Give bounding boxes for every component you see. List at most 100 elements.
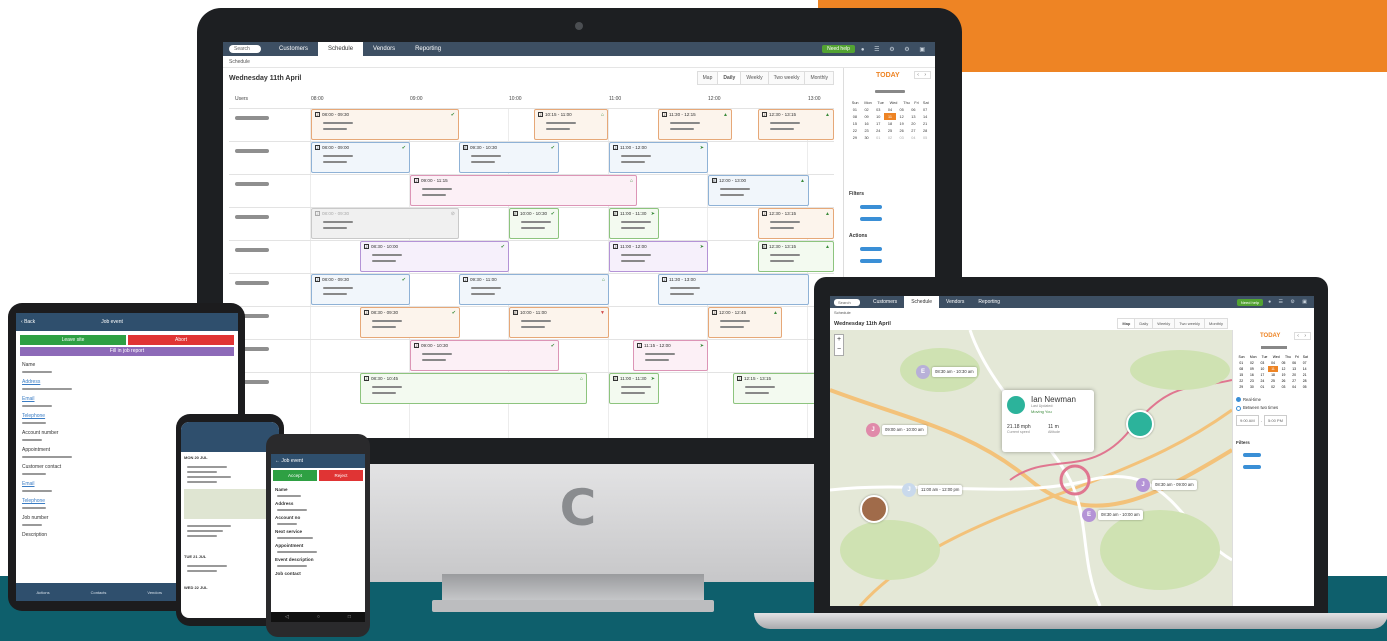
nav-reporting[interactable]: Reporting [405, 42, 451, 56]
nav-vendors[interactable]: Vendors [939, 296, 971, 308]
schedule-event[interactable]: J 08:00 - 09:30 ⊘ [311, 208, 459, 239]
recents-nav-icon[interactable]: □ [348, 614, 351, 620]
view-weekly[interactable]: Weekly [740, 71, 768, 85]
calendar-day[interactable]: 16 [861, 120, 873, 127]
nav-schedule[interactable]: Schedule [318, 42, 364, 56]
schedule-event[interactable]: E 10:00 - 10:30 ✔ [509, 208, 559, 239]
calendar-day[interactable]: 04 [908, 134, 920, 141]
map-marker-e[interactable]: E [1082, 508, 1096, 522]
worker-avatar[interactable] [860, 495, 888, 523]
map-event-label[interactable]: 08:30 am - 10:30 am [932, 367, 977, 377]
worker-avatar[interactable] [1126, 410, 1154, 438]
schedule-event[interactable]: J 10:15 - 11:00 ⌂ [534, 109, 608, 140]
schedule-event[interactable]: J 08:00 - 09:30 ✔ [311, 109, 459, 140]
schedule-event[interactable]: E 12:00 - 13:00 ▲ [708, 175, 809, 206]
calendar-day[interactable]: 30 [861, 134, 873, 141]
list-item[interactable] [187, 476, 231, 478]
calendar-day[interactable]: 29 [1236, 384, 1247, 390]
calendar-day[interactable]: 23 [861, 127, 873, 134]
schedule-event[interactable]: J 11:00 - 12:00 ➤ [609, 241, 708, 272]
calendar-day[interactable]: 12 [896, 113, 908, 120]
realtime-option[interactable]: Real-time [1233, 394, 1314, 403]
view-monthly[interactable]: Monthly [1203, 318, 1228, 329]
toolbar-icons[interactable]: ● ☰ ⚙ ⚙ ▣ [861, 46, 929, 53]
list-item[interactable] [187, 466, 227, 468]
list-item[interactable] [187, 565, 227, 567]
filter-item[interactable] [860, 217, 882, 221]
nav-schedule[interactable]: Schedule [904, 296, 940, 308]
calendar-day[interactable]: 05 [896, 106, 908, 113]
schedule-event[interactable]: J 09:00 - 10:30 ✔ [410, 340, 559, 371]
nav-customers[interactable]: Customers [866, 296, 904, 308]
filter-item[interactable] [860, 205, 882, 209]
today-button[interactable]: TODAY [876, 72, 900, 79]
calendar-day[interactable]: 08 [849, 113, 861, 120]
back-arrow-icon[interactable]: ← [275, 458, 280, 464]
filter-item[interactable] [1243, 464, 1261, 469]
calendar-day[interactable]: 28 [919, 127, 931, 134]
calendar-day[interactable]: 04 [1289, 384, 1300, 390]
calendar-day[interactable]: 02 [861, 106, 873, 113]
help-button[interactable]: Need help [822, 45, 855, 53]
time-from-input[interactable]: 9:00 AM [1236, 414, 1259, 426]
back-button[interactable]: ‹ Back [21, 319, 35, 325]
schedule-event[interactable]: J 09:30 - 11:00 ⌂ [459, 274, 609, 305]
reject-button[interactable]: Reject [319, 470, 363, 481]
map-marker-j[interactable]: J [866, 423, 880, 437]
toolbar-icons[interactable]: ● ☰ ⚙ ▣ [1268, 299, 1310, 305]
schedule-event[interactable]: J 08:30 - 09:30 ✔ [360, 307, 460, 338]
view-daily[interactable]: Daily [1134, 318, 1153, 329]
filter-item[interactable] [1243, 452, 1261, 457]
tab-contacts[interactable]: Contacts [91, 590, 107, 595]
calendar-day[interactable]: 09 [861, 113, 873, 120]
schedule-event[interactable]: J 11:15 - 12:00 ➤ [633, 340, 708, 371]
worker-popup[interactable]: Ian Newman Last Updated: Moving You 21.1… [1002, 390, 1094, 452]
map-event-label[interactable]: 08:30 am - 09:00 am [1152, 480, 1197, 490]
calendar-day[interactable]: 01 [849, 106, 861, 113]
schedule-event[interactable]: E 10:00 - 11:00 ▼ [509, 307, 609, 338]
tab-vendors[interactable]: Vendors [147, 590, 162, 595]
schedule-event[interactable]: J 12:00 - 12:45 ▲ [708, 307, 782, 338]
calendar-day[interactable]: 10 [872, 113, 884, 120]
calendar-day[interactable]: 13 [908, 113, 920, 120]
view-map[interactable]: Map [696, 71, 718, 85]
calendar-day[interactable]: 14 [919, 113, 931, 120]
calendar-day[interactable]: 05 [1299, 384, 1310, 390]
calendar-day[interactable]: 07 [919, 106, 931, 113]
home-nav-icon[interactable]: ○ [317, 614, 320, 620]
tab-actions[interactable]: Actions [36, 590, 49, 595]
nav-reporting[interactable]: Reporting [971, 296, 1007, 308]
nav-vendors[interactable]: Vendors [363, 42, 405, 56]
calendar-day[interactable]: 15 [849, 120, 861, 127]
calendar-day[interactable]: 18 [884, 120, 896, 127]
schedule-event[interactable]: E 09:30 - 10:30 ✔ [459, 142, 559, 173]
between-times-option[interactable]: Between two times [1233, 402, 1314, 411]
list-item[interactable] [187, 570, 217, 572]
map-event-label[interactable]: 11:00 am - 12:00 pm [918, 485, 963, 495]
calendar-day[interactable]: 17 [872, 120, 884, 127]
calendar-day[interactable]: 26 [896, 127, 908, 134]
view-two-weekly[interactable]: Two weekly [1174, 318, 1204, 329]
schedule-event[interactable]: E 12:30 - 13:15 ▲ [758, 241, 834, 272]
calendar-day[interactable]: 20 [908, 120, 920, 127]
schedule-event[interactable]: J 08:00 - 09:00 ✔ [311, 142, 410, 173]
calendar-day[interactable]: 05 [919, 134, 931, 141]
schedule-event[interactable]: J 12:30 - 13:15 ▲ [758, 109, 834, 140]
schedule-event[interactable]: J 08:30 - 10:00 ✔ [360, 241, 509, 272]
search-input[interactable]: Search [834, 298, 860, 306]
calendar-day[interactable]: 27 [908, 127, 920, 134]
mini-map[interactable] [184, 489, 276, 519]
view-monthly[interactable]: Monthly [804, 71, 834, 85]
view-daily[interactable]: Daily [717, 71, 741, 85]
calendar-day[interactable]: 04 [884, 106, 896, 113]
schedule-event[interactable]: E 11:00 - 11:30 ➤ [609, 373, 659, 404]
month-nav-arrows[interactable]: ‹ › [914, 71, 931, 79]
schedule-event[interactable]: J 12:30 - 13:15 ▲ [758, 208, 834, 239]
zoom-controls[interactable]: + − [834, 334, 844, 356]
help-button[interactable]: Need help [1236, 298, 1264, 306]
view-two-weekly[interactable]: Two weekly [767, 71, 805, 85]
calendar-day[interactable]: 03 [872, 106, 884, 113]
back-nav-icon[interactable]: ◁ [285, 614, 289, 620]
schedule-event[interactable]: J 11:30 - 12:15 ▲ [658, 109, 732, 140]
accept-button[interactable]: Accept [273, 470, 317, 481]
